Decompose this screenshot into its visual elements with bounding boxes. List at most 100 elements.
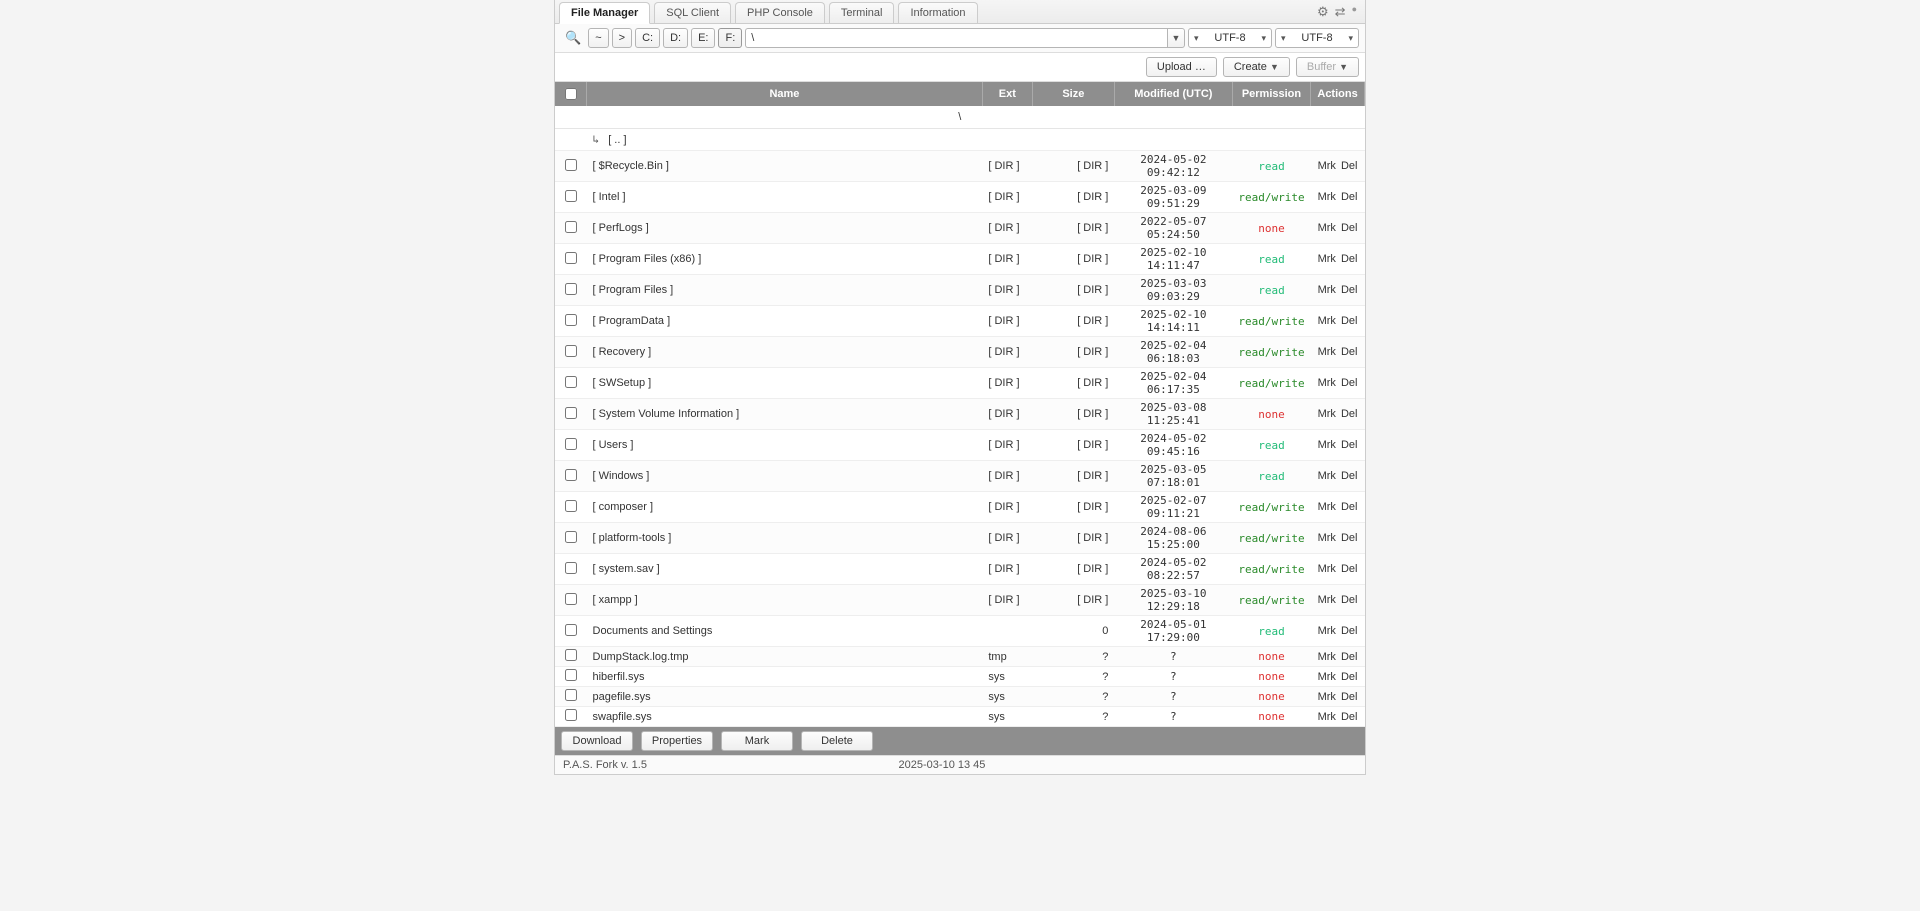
sync-icon[interactable]: ⇄	[1335, 4, 1346, 20]
mark-link[interactable]: Mrk	[1318, 594, 1336, 606]
mark-link[interactable]: Mrk	[1318, 253, 1336, 265]
parent-dir-row[interactable]: ↳ [ .. ]	[555, 129, 1365, 151]
search-icon[interactable]: 🔍	[561, 30, 585, 46]
file-name[interactable]: [ $Recycle.Bin ]	[587, 151, 983, 182]
row-checkbox[interactable]	[565, 500, 577, 512]
mark-link[interactable]: Mrk	[1318, 651, 1336, 663]
col-size[interactable]: Size	[1032, 82, 1114, 106]
mark-link[interactable]: Mrk	[1318, 191, 1336, 203]
delete-link[interactable]: Del	[1341, 160, 1358, 172]
col-name[interactable]: Name	[587, 82, 983, 106]
file-name[interactable]: [ system.sav ]	[587, 554, 983, 585]
col-modified[interactable]: Modified (UTC)	[1114, 82, 1232, 106]
row-checkbox[interactable]	[565, 593, 577, 605]
row-checkbox[interactable]	[565, 345, 577, 357]
delete-link[interactable]: Del	[1341, 377, 1358, 389]
mark-link[interactable]: Mrk	[1318, 408, 1336, 420]
select-all-checkbox[interactable]	[565, 88, 577, 100]
row-checkbox[interactable]	[565, 314, 577, 326]
delete-link[interactable]: Del	[1341, 711, 1358, 723]
col-ext[interactable]: Ext	[982, 82, 1032, 106]
tab-terminal[interactable]: Terminal	[829, 2, 895, 23]
mark-link[interactable]: Mrk	[1318, 470, 1336, 482]
delete-link[interactable]: Del	[1341, 563, 1358, 575]
mark-link[interactable]: Mrk	[1318, 711, 1336, 723]
delete-link[interactable]: Del	[1341, 315, 1358, 327]
row-checkbox[interactable]	[565, 221, 577, 233]
delete-link[interactable]: Del	[1341, 625, 1358, 637]
file-name[interactable]: [ xampp ]	[587, 585, 983, 616]
file-name[interactable]: hiberfil.sys	[587, 667, 983, 687]
delete-link[interactable]: Del	[1341, 532, 1358, 544]
file-name[interactable]: [ Program Files (x86) ]	[587, 244, 983, 275]
row-checkbox[interactable]	[565, 469, 577, 481]
file-name[interactable]: [ Intel ]	[587, 182, 983, 213]
delete-link[interactable]: Del	[1341, 284, 1358, 296]
create-button[interactable]: Create ▼	[1223, 57, 1290, 77]
row-checkbox[interactable]	[565, 669, 577, 681]
row-checkbox[interactable]	[565, 407, 577, 419]
encoding-left-select[interactable]: ▾ UTF-8 ▾	[1188, 28, 1272, 48]
mark-link[interactable]: Mrk	[1318, 691, 1336, 703]
file-name[interactable]: Documents and Settings	[587, 616, 983, 647]
row-checkbox[interactable]	[565, 159, 577, 171]
row-checkbox[interactable]	[565, 562, 577, 574]
tab-php-console[interactable]: PHP Console	[735, 2, 825, 23]
home-button[interactable]: ~	[588, 28, 608, 48]
drive-d[interactable]: D:	[663, 28, 688, 48]
file-name[interactable]: pagefile.sys	[587, 687, 983, 707]
mark-link[interactable]: Mrk	[1318, 160, 1336, 172]
file-name[interactable]: [ Program Files ]	[587, 275, 983, 306]
delete-link[interactable]: Del	[1341, 651, 1358, 663]
row-checkbox[interactable]	[565, 376, 577, 388]
drive-c[interactable]: C:	[635, 28, 660, 48]
gear-icon[interactable]: ⚙	[1317, 4, 1329, 20]
delete-link[interactable]: Del	[1341, 191, 1358, 203]
file-name[interactable]: [ composer ]	[587, 492, 983, 523]
mark-link[interactable]: Mrk	[1318, 532, 1336, 544]
mark-link[interactable]: Mrk	[1318, 222, 1336, 234]
mark-button[interactable]: Mark	[721, 731, 793, 751]
upload-button[interactable]: Upload …	[1146, 57, 1217, 77]
delete-link[interactable]: Del	[1341, 470, 1358, 482]
row-checkbox[interactable]	[565, 252, 577, 264]
file-name[interactable]: swapfile.sys	[587, 707, 983, 727]
row-checkbox[interactable]	[565, 531, 577, 543]
mark-link[interactable]: Mrk	[1318, 625, 1336, 637]
drive-f[interactable]: F:	[718, 28, 742, 48]
mark-link[interactable]: Mrk	[1318, 346, 1336, 358]
file-name[interactable]: [ Users ]	[587, 430, 983, 461]
forward-button[interactable]: >	[612, 28, 632, 48]
properties-button[interactable]: Properties	[641, 731, 713, 751]
file-name[interactable]: [ System Volume Information ]	[587, 399, 983, 430]
delete-link[interactable]: Del	[1341, 222, 1358, 234]
file-name[interactable]: [ Windows ]	[587, 461, 983, 492]
tab-sql-client[interactable]: SQL Client	[654, 2, 731, 23]
mark-link[interactable]: Mrk	[1318, 284, 1336, 296]
download-button[interactable]: Download	[561, 731, 633, 751]
encoding-right-select[interactable]: ▾ UTF-8 ▾	[1275, 28, 1359, 48]
row-checkbox[interactable]	[565, 649, 577, 661]
row-checkbox[interactable]	[565, 283, 577, 295]
drive-e[interactable]: E:	[691, 28, 715, 48]
buffer-button[interactable]: Buffer ▼	[1296, 57, 1359, 77]
row-checkbox[interactable]	[565, 190, 577, 202]
delete-link[interactable]: Del	[1341, 253, 1358, 265]
file-name[interactable]: [ Recovery ]	[587, 337, 983, 368]
mark-link[interactable]: Mrk	[1318, 315, 1336, 327]
mark-link[interactable]: Mrk	[1318, 439, 1336, 451]
delete-link[interactable]: Del	[1341, 439, 1358, 451]
row-checkbox[interactable]	[565, 438, 577, 450]
delete-button[interactable]: Delete	[801, 731, 873, 751]
delete-link[interactable]: Del	[1341, 671, 1358, 683]
mark-link[interactable]: Mrk	[1318, 501, 1336, 513]
row-checkbox[interactable]	[565, 624, 577, 636]
file-name[interactable]: [ platform-tools ]	[587, 523, 983, 554]
delete-link[interactable]: Del	[1341, 594, 1358, 606]
mark-link[interactable]: Mrk	[1318, 377, 1336, 389]
path-dropdown-icon[interactable]: ▼	[1167, 28, 1185, 48]
tab-information[interactable]: Information	[898, 2, 977, 23]
row-checkbox[interactable]	[565, 709, 577, 721]
mark-link[interactable]: Mrk	[1318, 563, 1336, 575]
delete-link[interactable]: Del	[1341, 501, 1358, 513]
